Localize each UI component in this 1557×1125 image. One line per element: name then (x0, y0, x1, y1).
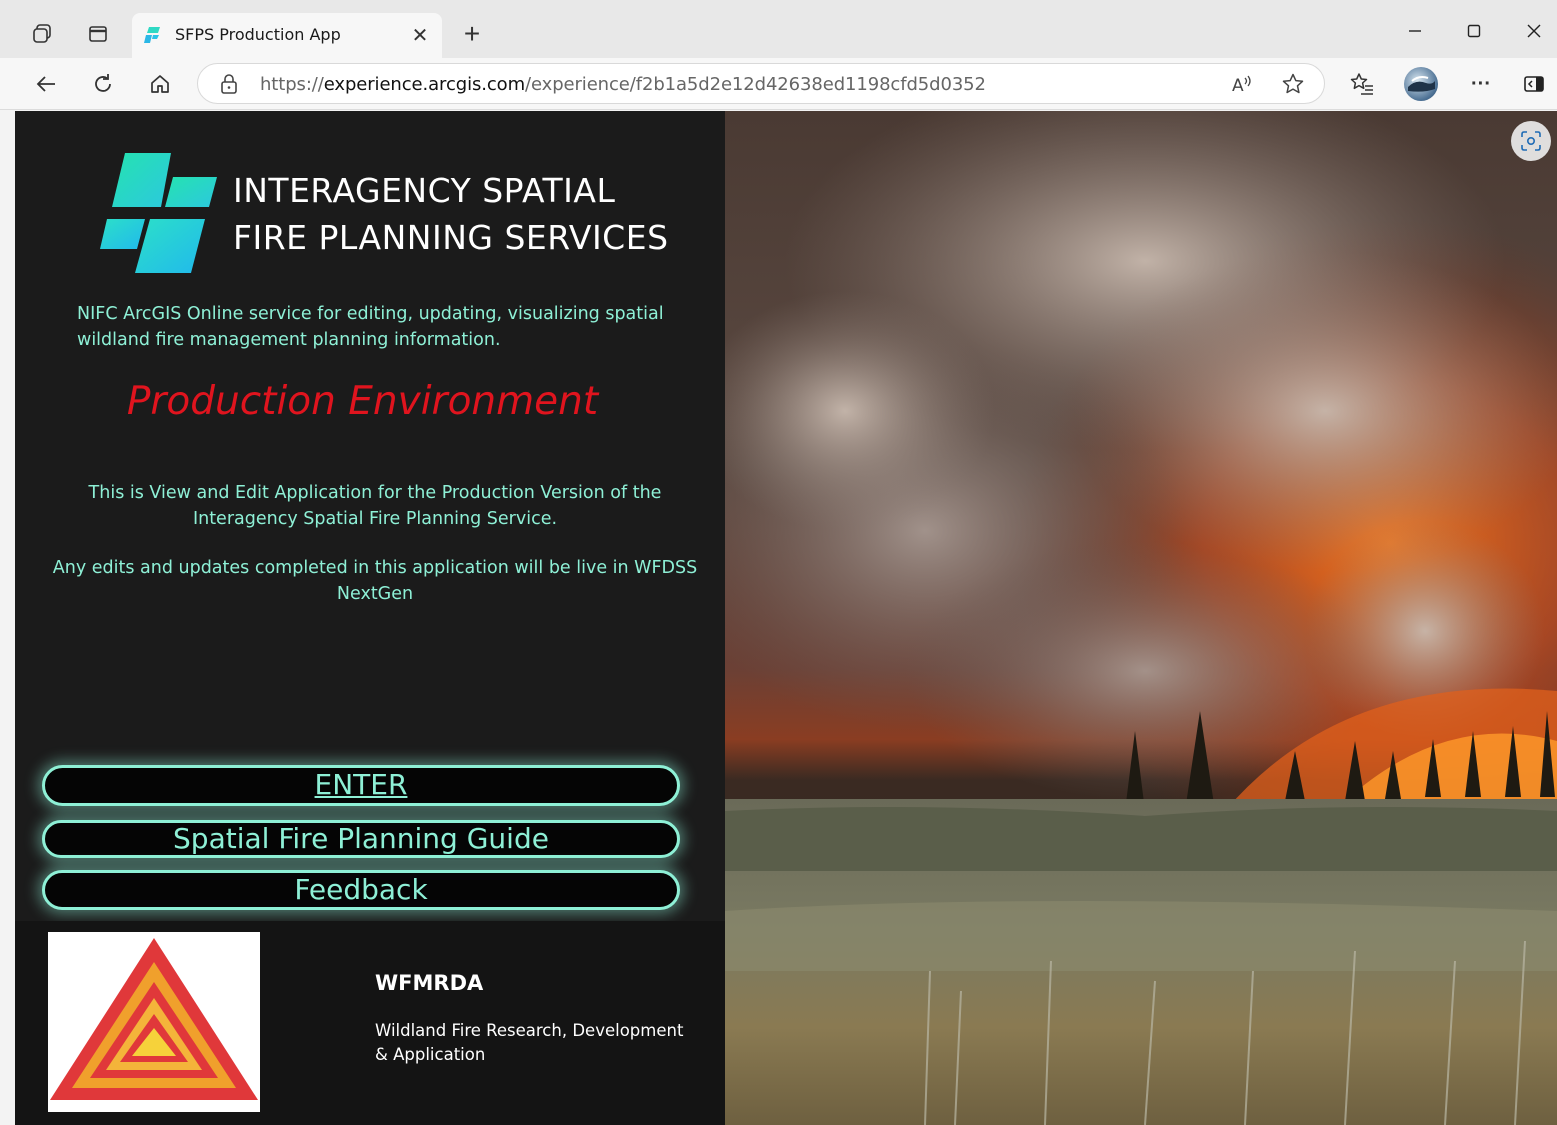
back-icon[interactable] (32, 70, 60, 98)
url-text[interactable]: https://experience.arcgis.com/experience… (260, 74, 986, 95)
description-view-edit: This is View and Edit Application for th… (88, 483, 662, 529)
enter-button[interactable]: ENTER (42, 765, 680, 806)
environment-heading: Production Environment (126, 379, 599, 424)
svg-text:A: A (1232, 76, 1244, 96)
feedback-button[interactable]: Feedback (42, 870, 680, 910)
page-content: INTERAGENCY SPATIAL FIRE PLANNING SERVIC… (15, 111, 1557, 1125)
wfmrda-logo (48, 932, 260, 1112)
browser-toolbar: https://experience.arcgis.com/experience… (0, 58, 1557, 110)
minimize-icon[interactable] (1400, 16, 1430, 46)
workspaces-icon[interactable] (30, 22, 54, 46)
address-bar[interactable]: https://experience.arcgis.com/experience… (197, 63, 1325, 104)
left-panel: INTERAGENCY SPATIAL FIRE PLANNING SERVIC… (15, 111, 725, 1125)
logo-wordmark: INTERAGENCY SPATIAL FIRE PLANNING SERVIC… (233, 167, 669, 261)
site-info-icon[interactable] (218, 73, 240, 95)
footer-title: WFMRDA (375, 971, 484, 995)
logo-line-2: FIRE PLANNING SERVICES (233, 218, 669, 257)
logo-line-1: INTERAGENCY SPATIAL (233, 171, 616, 210)
refresh-icon[interactable] (89, 70, 117, 98)
footer: WFMRDA Wildland Fire Research, Developme… (15, 921, 725, 1125)
favorite-star-icon[interactable] (1281, 72, 1305, 96)
url-host: experience.arcgis.com (323, 74, 526, 95)
close-window-icon[interactable] (1519, 16, 1549, 46)
tab-actions-icon[interactable] (86, 22, 110, 46)
new-tab-icon[interactable]: + (458, 18, 486, 49)
read-aloud-icon[interactable]: A (1230, 72, 1254, 96)
favorites-icon[interactable] (1348, 70, 1376, 98)
close-tab-icon[interactable]: ✕ (406, 21, 434, 49)
url-protocol: https:// (260, 74, 324, 95)
description-live-edits: Any edits and updates completed in this … (52, 558, 698, 604)
active-tab[interactable]: SFPS Production App ✕ (132, 13, 442, 58)
intro-text: NIFC ArcGIS Online service for editing, … (77, 304, 664, 350)
planning-guide-button[interactable]: Spatial Fire Planning Guide (42, 820, 680, 858)
ifpm-logo-mark (100, 153, 217, 273)
wildfire-hero-image (725, 111, 1557, 1125)
profile-avatar[interactable] (1404, 67, 1438, 101)
footer-subtitle: Wildland Fire Research, Development & Ap… (375, 1021, 684, 1064)
home-icon[interactable] (146, 70, 174, 98)
screenshot-icon[interactable] (1511, 121, 1551, 161)
more-menu-icon[interactable]: ··· (1467, 70, 1495, 98)
url-path: /experience/f2b1a5d2e12d42638ed1198cfd5d… (525, 74, 986, 95)
sidebar-toggle-icon[interactable] (1520, 70, 1548, 98)
maximize-icon[interactable] (1459, 16, 1489, 46)
title-bar: SFPS Production App ✕ + (0, 0, 1557, 58)
app-favicon (144, 27, 160, 43)
tab-title: SFPS Production App (175, 25, 341, 44)
